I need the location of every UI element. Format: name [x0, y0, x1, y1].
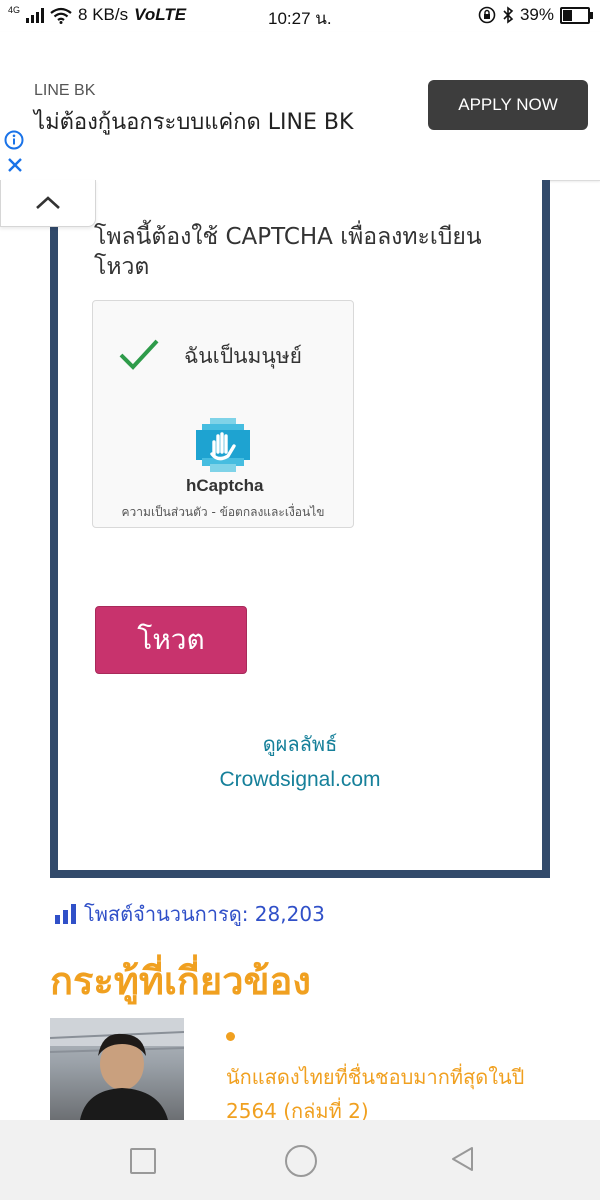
- back-button[interactable]: [448, 1144, 478, 1174]
- hcaptcha-logo-icon: [196, 418, 250, 472]
- info-icon[interactable]: [4, 130, 24, 150]
- related-post-title[interactable]: นักแสดงไทยที่ชื่นชอบมากที่สุดในปี 2564 (…: [226, 1060, 556, 1128]
- status-bar: 4G 8 KB/s VoLTE 10:27 น. 39%: [0, 0, 600, 32]
- captcha-note: โพลนี้ต้องใช้ CAPTCHA เพื่อลงทะเบียนโหวต: [94, 224, 482, 280]
- person-photo-icon: [50, 1018, 184, 1120]
- checkmark-icon[interactable]: [118, 336, 160, 374]
- bluetooth-icon: [503, 6, 514, 24]
- volte-label: VoLTE: [134, 5, 187, 24]
- chevron-up-icon: [36, 196, 60, 209]
- lock-rotation-icon: [478, 6, 496, 24]
- hcaptcha-links[interactable]: ความเป็นส่วนตัว - ข้อตกลงและเงื่อนไข: [92, 503, 354, 522]
- ad-banner[interactable]: LINE BK ไม่ต้องกู้นอกระบบแค่กด LINE BK A…: [0, 32, 600, 181]
- recent-apps-button[interactable]: [130, 1148, 156, 1174]
- crowdsignal-link[interactable]: Crowdsignal.com: [150, 768, 450, 792]
- battery-icon: [560, 6, 593, 24]
- related-posts-title: กระทู้ที่เกี่ยวข้อง: [50, 959, 311, 1003]
- captcha-checkbox-label[interactable]: ฉันเป็นมนุษย์: [184, 340, 302, 373]
- related-post-thumbnail[interactable]: [50, 1018, 184, 1120]
- network-type: 4G: [8, 5, 21, 15]
- apply-now-button[interactable]: APPLY NOW: [428, 80, 588, 130]
- post-views-text: โพสต์จำนวนการดู: 28,203: [84, 902, 325, 926]
- signal-icon: [26, 7, 45, 23]
- ad-headline[interactable]: ไม่ต้องกู้นอกระบบแค่กด LINE BK: [34, 104, 353, 139]
- home-button[interactable]: [285, 1145, 317, 1177]
- bar-chart-icon: [55, 904, 76, 924]
- hcaptcha-brand: hCaptcha: [186, 476, 264, 495]
- view-results-link[interactable]: ดูผลลัพธ์: [200, 728, 400, 760]
- post-views: โพสต์จำนวนการดู: 28,203: [55, 898, 325, 930]
- clock: 10:27 น.: [268, 9, 332, 28]
- battery-percent: 39%: [519, 5, 554, 24]
- collapse-ad-button[interactable]: [0, 180, 96, 227]
- network-speed: 8 KB/s: [78, 5, 129, 24]
- vote-button[interactable]: โหวต: [95, 606, 247, 674]
- ad-brand: LINE BK: [34, 82, 96, 99]
- close-icon[interactable]: [6, 156, 24, 174]
- wifi-icon: [50, 7, 72, 24]
- list-bullet: [226, 1032, 235, 1041]
